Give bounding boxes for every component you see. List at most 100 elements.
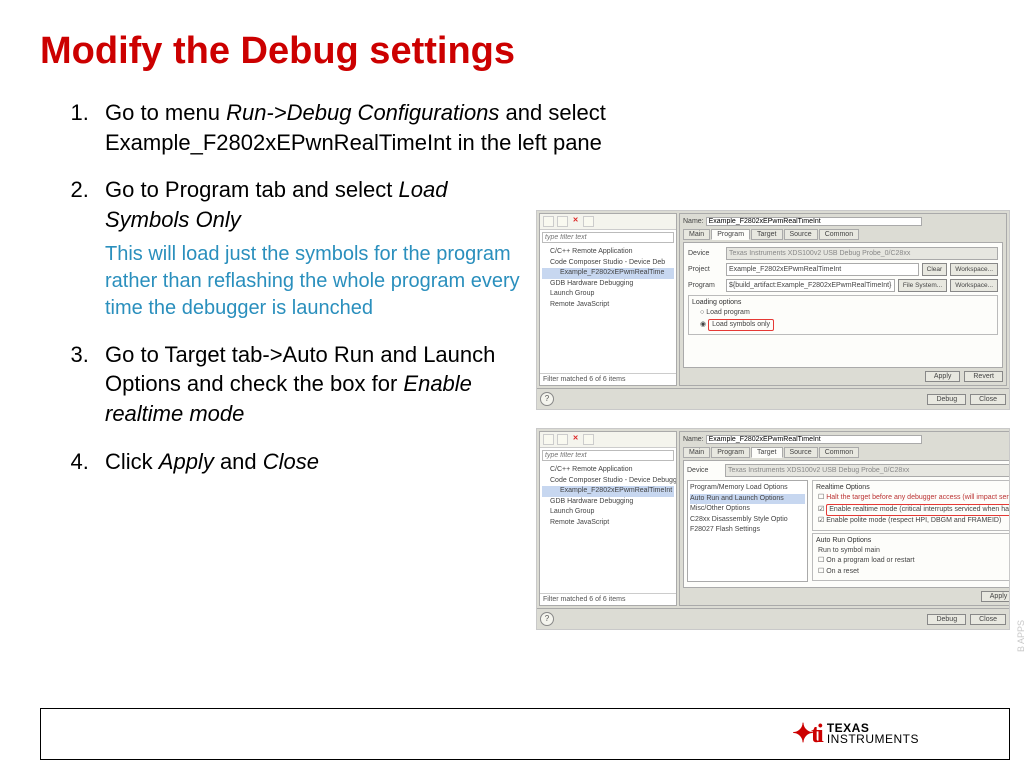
help-icon-2[interactable]: ? [540, 612, 554, 626]
filter-status: Filter matched 6 of 6 items [540, 373, 676, 385]
tab-source[interactable]: Source [784, 447, 818, 458]
chk-on-reset[interactable]: ☐ On a reset [816, 567, 1009, 578]
tree-example-config[interactable]: Example_F2802xEPwmRealTimeInt [542, 486, 674, 497]
opt-disasm[interactable]: C28xx Disassembly Style Optio [690, 515, 805, 526]
chk-enable-polite[interactable]: ☑ Enable polite mode (respect HPI, DBGM … [816, 516, 1009, 527]
delete-icon[interactable]: ✕ [571, 216, 580, 225]
radio-load-program[interactable]: ○ Load program [692, 308, 994, 319]
footer-bar: ✦ti TEXAS INSTRUMENTS [40, 708, 1010, 760]
ti-mark-icon: ✦ti [792, 719, 821, 749]
device-label: Device [688, 250, 723, 257]
tree-ccs[interactable]: Code Composer Studio - Device Debuggi [542, 476, 674, 487]
workspace-button[interactable]: Workspace... [950, 263, 998, 276]
tree-gdb[interactable]: GDB Hardware Debugging [542, 279, 674, 290]
copy-icon[interactable] [557, 434, 568, 445]
name-input[interactable] [706, 217, 922, 226]
chk-enable-realtime[interactable]: ☑ Enable realtime mode (critical interru… [816, 504, 1009, 517]
delete-icon[interactable]: ✕ [571, 434, 580, 443]
loading-options-group: Loading options ○ Load program ◉ Load sy… [688, 295, 998, 335]
opt-memory[interactable]: Program/Memory Load Options [690, 483, 805, 494]
step4-close: Close [263, 449, 319, 474]
clear-button[interactable]: Clear [922, 263, 948, 276]
program-field[interactable]: ${build_artifact:Example_F2802xEPwmRealT… [726, 279, 895, 292]
run-to-symbol-input[interactable]: main [865, 546, 925, 555]
opt-autorun[interactable]: Auto Run and Launch Options [690, 494, 805, 505]
step4-text-a: Click [105, 449, 159, 474]
step2-note: This will load just the symbols for the … [105, 241, 535, 322]
config-tree-pane: ✕ C/C++ Remote Application Code Composer… [539, 213, 677, 386]
step-1: Go to menu Run->Debug Configurations and… [95, 98, 984, 157]
filter-input[interactable] [542, 232, 674, 243]
tree-remote-js[interactable]: Remote JavaScript [542, 300, 674, 311]
opt-misc[interactable]: Misc/Other Options [690, 504, 805, 515]
config-tree-pane-2: ✕ C/C++ Remote Application Code Composer… [539, 431, 677, 606]
close-button-2[interactable]: Close [970, 614, 1006, 625]
apply-button[interactable]: Apply [925, 371, 961, 382]
loading-label: Loading options [692, 299, 994, 306]
config-tree[interactable]: C/C++ Remote Application Code Composer S… [540, 245, 676, 373]
tab-program[interactable]: Program [711, 229, 750, 240]
name-input-2[interactable] [706, 435, 922, 444]
tree-cpp-remote[interactable]: C/C++ Remote Application [542, 465, 674, 476]
apply-button-2[interactable]: Apply [981, 591, 1009, 602]
opt-flash[interactable]: F28027 Flash Settings [690, 525, 805, 536]
chk-halt-target[interactable]: ☐ Halt the target before any debugger ac… [816, 493, 1009, 504]
filter-input-2[interactable] [542, 450, 674, 461]
slide-title: Modify the Debug settings [40, 30, 984, 73]
tree-cpp-remote[interactable]: C/C++ Remote Application [542, 247, 674, 258]
project-field[interactable]: Example_F2802xEPwmRealTimeInt [726, 263, 919, 276]
screenshot-target-tab: ✕ C/C++ Remote Application Code Composer… [536, 428, 1010, 630]
tree-gdb[interactable]: GDB Hardware Debugging [542, 497, 674, 508]
realtime-options-group: Realtime Options ☐ Halt the target befor… [812, 480, 1009, 531]
device-field[interactable]: Texas Instruments XDS100v2 USB Debug Pro… [726, 247, 998, 260]
device-label: Device [687, 467, 722, 474]
tab-program[interactable]: Program [711, 447, 750, 458]
filter-icon[interactable] [583, 216, 594, 227]
tree-toolbar-2: ✕ [540, 432, 676, 448]
debug-button-2[interactable]: Debug [927, 614, 966, 625]
radio-load-symbols[interactable]: ◉ Load symbols only [692, 319, 994, 332]
tab-main[interactable]: Main [683, 229, 710, 240]
watermark: B APPS [1016, 620, 1024, 652]
filesystem-button[interactable]: File System... [898, 279, 947, 292]
config-detail-pane: Name: Main Program Target Source Common … [679, 213, 1007, 386]
revert-button[interactable]: Revert [964, 371, 1003, 382]
tab-target[interactable]: Target [751, 229, 782, 240]
name-label: Name: [683, 436, 704, 443]
debug-button[interactable]: Debug [927, 394, 966, 405]
name-label: Name: [683, 218, 704, 225]
tab-target[interactable]: Target [751, 447, 782, 458]
filter-icon[interactable] [583, 434, 594, 445]
ti-logo: ✦ti TEXAS INSTRUMENTS [792, 719, 919, 749]
step4-text-c: and [214, 449, 263, 474]
screenshot-program-tab: ✕ C/C++ Remote Application Code Composer… [536, 210, 1010, 410]
chk-on-load[interactable]: ☐ On a program load or restart [816, 556, 1009, 567]
step1-menu-path: Run->Debug Configurations [226, 100, 499, 125]
tab-main[interactable]: Main [683, 447, 710, 458]
tree-remote-js[interactable]: Remote JavaScript [542, 518, 674, 529]
tab-common[interactable]: Common [819, 447, 859, 458]
config-tree-2[interactable]: C/C++ Remote Application Code Composer S… [540, 463, 676, 593]
run-to-label: Run to symbol [818, 547, 863, 554]
tree-launch-group[interactable]: Launch Group [542, 507, 674, 518]
copy-icon[interactable] [557, 216, 568, 227]
tab-source[interactable]: Source [784, 229, 818, 240]
tree-launch-group[interactable]: Launch Group [542, 289, 674, 300]
new-icon[interactable] [543, 216, 554, 227]
step1-text-a: Go to menu [105, 100, 226, 125]
device-field-2[interactable]: Texas Instruments XDS100v2 USB Debug Pro… [725, 464, 1009, 477]
new-icon[interactable] [543, 434, 554, 445]
tree-toolbar: ✕ [540, 214, 676, 230]
workspace-button-2[interactable]: Workspace... [950, 279, 998, 292]
autorun-options-group: Auto Run Options Run to symbol main ☐ On… [812, 533, 1009, 582]
tree-example-config[interactable]: Example_F2802xEPwmRealTime [542, 268, 674, 279]
autorun-title: Auto Run Options [816, 537, 1009, 544]
help-icon[interactable]: ? [540, 392, 554, 406]
project-label: Project [688, 266, 723, 273]
tab-common[interactable]: Common [819, 229, 859, 240]
close-button[interactable]: Close [970, 394, 1006, 405]
program-tab-content: Device Texas Instruments XDS100v2 USB De… [683, 242, 1003, 368]
step4-apply: Apply [159, 449, 214, 474]
target-options-tree[interactable]: Program/Memory Load Options Auto Run and… [687, 480, 808, 582]
tree-ccs[interactable]: Code Composer Studio - Device Deb [542, 258, 674, 269]
